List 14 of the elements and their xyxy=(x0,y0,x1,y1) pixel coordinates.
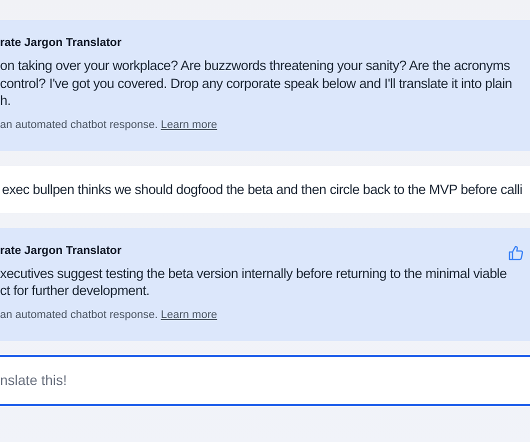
message-text: exec bullpen thinks we should dogfood the beta and then circle back to the MVP before calli xyxy=(2,182,522,196)
disclaimer-text: an automated chatbot response. xyxy=(0,308,158,320)
message-input[interactable]: nslate this! xyxy=(0,354,530,406)
message-text: on taking over your workplace? Are buzzwords threatening your sanity? Are the acronyms xyxy=(0,57,510,74)
message-text: xecutives suggest testing the beta version internally before returning to the minimal viable xyxy=(0,264,507,282)
learn-more-link[interactable]: Learn more xyxy=(160,308,218,320)
sender-name: rate Jargon Translator xyxy=(0,37,122,49)
thumbs-up-icon[interactable] xyxy=(508,244,524,260)
message-text: control? I've got you covered. Drop any corporate speak below and I'll translate it into plain xyxy=(0,74,512,92)
message-text: h. xyxy=(0,92,11,110)
sender-name: rate Jargon Translator xyxy=(0,244,122,256)
message-text: ct for further development. xyxy=(0,282,150,300)
learn-more-link[interactable]: Learn more xyxy=(160,118,218,130)
disclaimer-text: an automated chatbot response. xyxy=(0,118,158,130)
